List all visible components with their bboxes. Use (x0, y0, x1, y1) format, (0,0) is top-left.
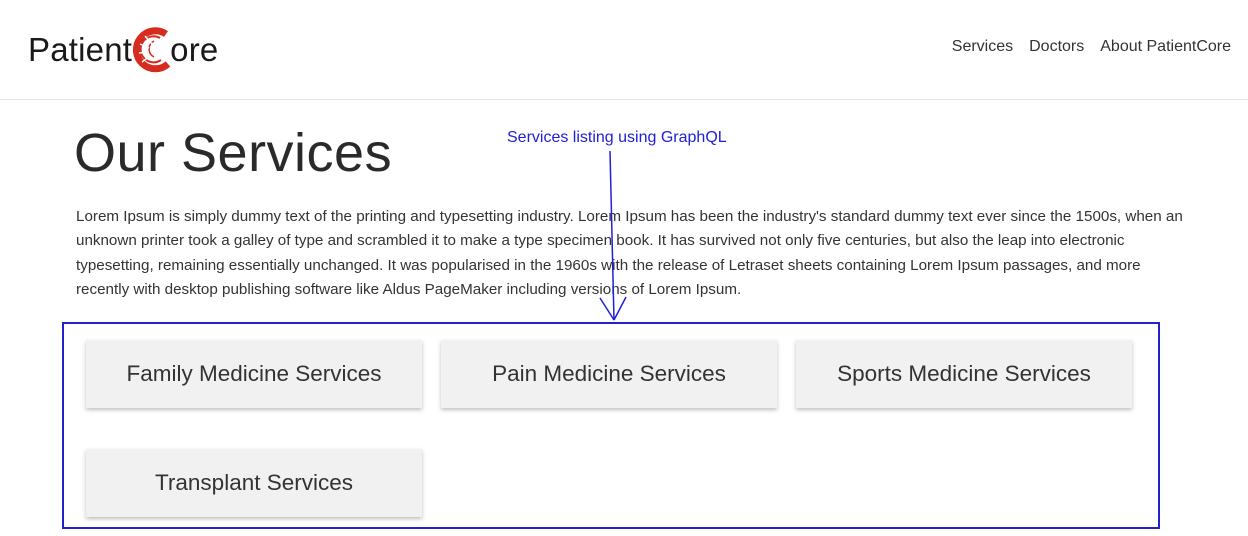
nav-item-about[interactable]: About PatientCore (1100, 38, 1231, 56)
logo-text-suffix: ore (170, 30, 219, 68)
logo-c-mark-icon (130, 22, 172, 76)
annotation-label: Services listing using GraphQL (507, 129, 727, 146)
service-card-label: Sports Medicine Services (837, 361, 1091, 386)
service-card-label: Family Medicine Services (126, 361, 382, 386)
service-card-pain-medicine[interactable]: Pain Medicine Services (441, 340, 777, 408)
nav-item-doctors[interactable]: Doctors (1029, 38, 1084, 56)
site-header: Patient ore Services Doctors About Patie… (0, 0, 1248, 100)
service-card-sports-medicine[interactable]: Sports Medicine Services (796, 340, 1132, 408)
service-card-label: Pain Medicine Services (492, 361, 726, 386)
service-card-family-medicine[interactable]: Family Medicine Services (86, 340, 422, 408)
service-card-label: Transplant Services (155, 470, 353, 495)
page-title: Our Services (74, 123, 393, 183)
logo-text-prefix: Patient (28, 30, 133, 68)
main-nav: Services Doctors About PatientCore (952, 38, 1231, 56)
service-card-transplant[interactable]: Transplant Services (86, 449, 422, 517)
nav-item-services[interactable]: Services (952, 38, 1013, 56)
patientcore-logo[interactable]: Patient ore (28, 22, 218, 76)
intro-paragraph: Lorem Ipsum is simply dummy text of the … (76, 208, 1183, 299)
